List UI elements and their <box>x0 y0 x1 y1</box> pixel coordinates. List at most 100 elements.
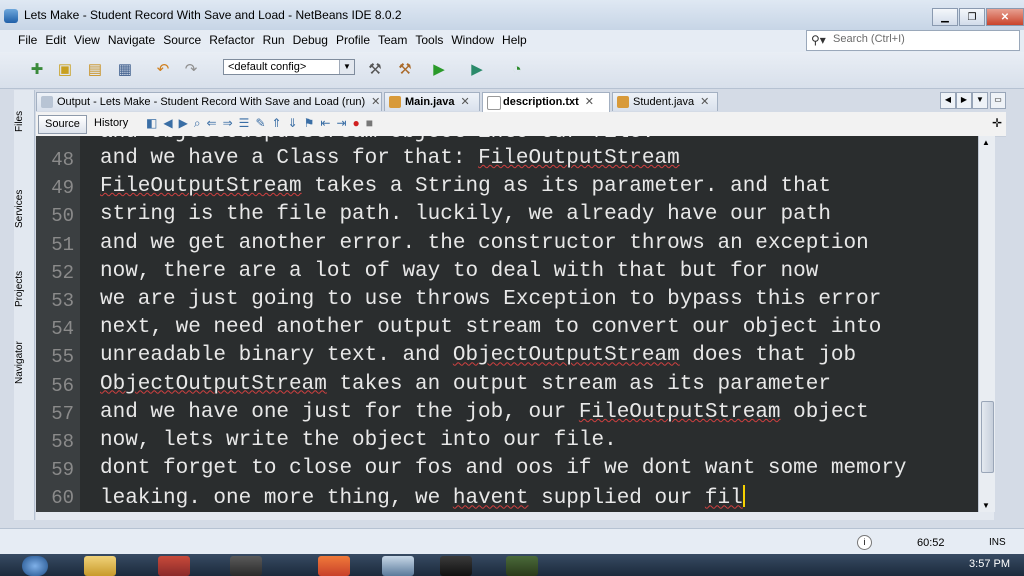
code-line-text: string is the file path. luckily, we alr… <box>100 203 831 227</box>
netbeans-app-icon <box>4 9 18 23</box>
tab-description-txt[interactable]: description.txt ✕ <box>482 92 610 113</box>
search-box[interactable]: ⚲▾ Search (Ctrl+I) <box>806 30 1020 51</box>
notifications-icon[interactable]: i <box>857 535 872 550</box>
code-line: unreadable binary text. and ObjectOutput… <box>100 344 856 367</box>
app-taskbar-icon[interactable] <box>506 556 538 576</box>
maximize-window-icon[interactable]: ▭ <box>990 92 1006 109</box>
scroll-tabs-left-icon[interactable]: ◀ <box>940 92 956 109</box>
line-number: 49 <box>51 177 74 200</box>
find-previous-icon[interactable]: ⇐ <box>207 116 217 131</box>
toggle-highlight-icon[interactable]: ✎ <box>255 116 265 131</box>
main-toolbar: ✚ ▣ ▤ ▦ ↶ ↷ ⚒ ⚒ ▶ ▶ ◔ <box>0 52 1024 89</box>
scroll-down-icon[interactable]: ▼ <box>982 501 990 510</box>
text-file-icon <box>487 96 501 110</box>
previous-bookmark-icon[interactable]: ⇑ <box>272 116 282 131</box>
editor-toolbar: Source History ◧ ◀ ▶ ⌕ ⇐ ⇒ ☰ ✎ ⇑ ⇓ ⚑ ⇤ ⇥… <box>36 112 1006 137</box>
debug-icon[interactable]: ▶ <box>466 58 488 80</box>
close-button[interactable]: ✕ <box>986 8 1024 26</box>
clean-build-icon[interactable]: ⚒ <box>394 58 416 80</box>
vertical-scrollbar[interactable]: ▲ ▼ <box>978 136 995 512</box>
split-editor-icon[interactable]: ✛ <box>992 116 1002 130</box>
shift-right-icon[interactable]: ⇥ <box>336 116 346 131</box>
build-icon[interactable]: ⚒ <box>364 58 386 80</box>
scroll-tabs-right-icon[interactable]: ▶ <box>956 92 972 109</box>
close-icon[interactable]: ✕ <box>585 96 594 108</box>
run-icon[interactable]: ▶ <box>428 58 450 80</box>
menu-file[interactable]: File <box>14 33 41 47</box>
history-button[interactable]: History <box>94 117 128 129</box>
new-file-icon[interactable]: ✚ <box>26 58 48 80</box>
tab-label: description.txt <box>503 96 579 108</box>
scroll-up-icon[interactable]: ▲ <box>982 138 990 147</box>
minimize-button[interactable]: ▁ <box>932 8 958 26</box>
code-line-text: dont forget to close our fos and oos if … <box>100 457 907 481</box>
line-number: 58 <box>51 431 74 453</box>
side-tab-services[interactable]: Services <box>14 174 34 244</box>
new-project-icon[interactable]: ▣ <box>54 58 76 80</box>
code-editor[interactable]: and ObjectOutputStream object into our f… <box>36 136 978 512</box>
menu-source[interactable]: Source <box>159 33 205 47</box>
back-icon[interactable]: ◀ <box>163 116 172 131</box>
profile-icon[interactable]: ◔ <box>506 58 528 80</box>
menu-edit[interactable]: Edit <box>41 33 70 47</box>
browser-taskbar-icon[interactable] <box>318 556 350 576</box>
menu-debug[interactable]: Debug <box>289 33 332 47</box>
app-taskbar-icon[interactable] <box>230 556 262 576</box>
scrollbar-thumb[interactable] <box>981 401 994 473</box>
code-line: dont forget to close our fos and oos if … <box>100 457 907 480</box>
code-line-text: and we have one just for the job, our Fi… <box>100 400 869 424</box>
toggle-bookmark-icon[interactable]: ⚑ <box>304 116 315 131</box>
window-title: Lets Make - Student Record With Save and… <box>24 8 402 22</box>
save-all-icon[interactable]: ▦ <box>114 58 136 80</box>
side-tab-projects[interactable]: Projects <box>14 258 34 320</box>
tab-main-java[interactable]: Main.java ✕ <box>384 92 480 111</box>
left-side-bar: Files Services Projects Navigator <box>14 90 35 520</box>
insert-mode: INS <box>989 537 1006 548</box>
close-icon[interactable]: ✕ <box>371 96 380 108</box>
undo-icon[interactable]: ↶ <box>152 58 174 80</box>
forward-icon[interactable]: ▶ <box>179 116 188 131</box>
start-button[interactable] <box>22 556 48 576</box>
source-button[interactable]: Source <box>38 115 87 134</box>
side-tab-navigator[interactable]: Navigator <box>14 326 34 400</box>
netbeans-taskbar-icon[interactable] <box>382 556 414 576</box>
close-icon[interactable]: ✕ <box>461 96 470 108</box>
next-bookmark-icon[interactable]: ⇓ <box>288 116 298 131</box>
partial-code-line: and ObjectOutputStream object into our f… <box>100 136 655 144</box>
menu-run[interactable]: Run <box>259 33 289 47</box>
shift-left-icon[interactable]: ⇤ <box>320 116 330 131</box>
open-project-icon[interactable]: ▤ <box>84 58 106 80</box>
menu-help[interactable]: Help <box>498 33 531 47</box>
editor-actions: ◧ ◀ ▶ ⌕ ⇐ ⇒ ☰ ✎ ⇑ ⇓ ⚑ ⇤ ⇥ ● ■ <box>146 116 373 131</box>
explorer-taskbar-icon[interactable] <box>84 556 116 576</box>
text-caret <box>742 485 745 508</box>
menu-tools[interactable]: Tools <box>411 33 447 47</box>
menu-window[interactable]: Window <box>447 33 498 47</box>
config-select[interactable]: <default config> ▼ <box>223 59 355 75</box>
find-icon[interactable]: ⌕ <box>194 116 201 131</box>
menu-view[interactable]: View <box>70 33 104 47</box>
stop-macro-icon[interactable]: ■ <box>366 116 373 131</box>
menu-refactor[interactable]: Refactor <box>205 33 258 47</box>
app-taskbar-icon[interactable] <box>158 556 190 576</box>
tab-output[interactable]: Output - Lets Make - Student Record With… <box>36 92 382 111</box>
line-number: 59 <box>51 459 74 482</box>
tab-student-java[interactable]: Student.java ✕ <box>612 92 718 111</box>
find-selection-icon[interactable]: ☰ <box>239 116 250 131</box>
last-edit-icon[interactable]: ◧ <box>146 116 157 131</box>
tab-label: Output - Lets Make - Student Record With… <box>57 96 366 108</box>
find-next-icon[interactable]: ⇒ <box>223 116 233 131</box>
start-macro-icon[interactable]: ● <box>353 116 360 131</box>
menu-profile[interactable]: Profile <box>332 33 374 47</box>
maximize-button[interactable]: ❐ <box>959 8 985 26</box>
close-icon[interactable]: ✕ <box>700 96 709 108</box>
chevron-down-icon: ▼ <box>339 60 354 74</box>
redo-icon[interactable]: ↷ <box>180 58 202 80</box>
show-opened-documents-icon[interactable]: ▼ <box>972 92 988 109</box>
menu-navigate[interactable]: Navigate <box>104 33 159 47</box>
menu-team[interactable]: Team <box>374 33 411 47</box>
side-tab-files[interactable]: Files <box>14 98 34 144</box>
code-line-text: FileOutputStream takes a String as its p… <box>100 175 831 199</box>
media-taskbar-icon[interactable] <box>440 556 472 576</box>
search-placeholder: Search (Ctrl+I) <box>833 33 905 45</box>
